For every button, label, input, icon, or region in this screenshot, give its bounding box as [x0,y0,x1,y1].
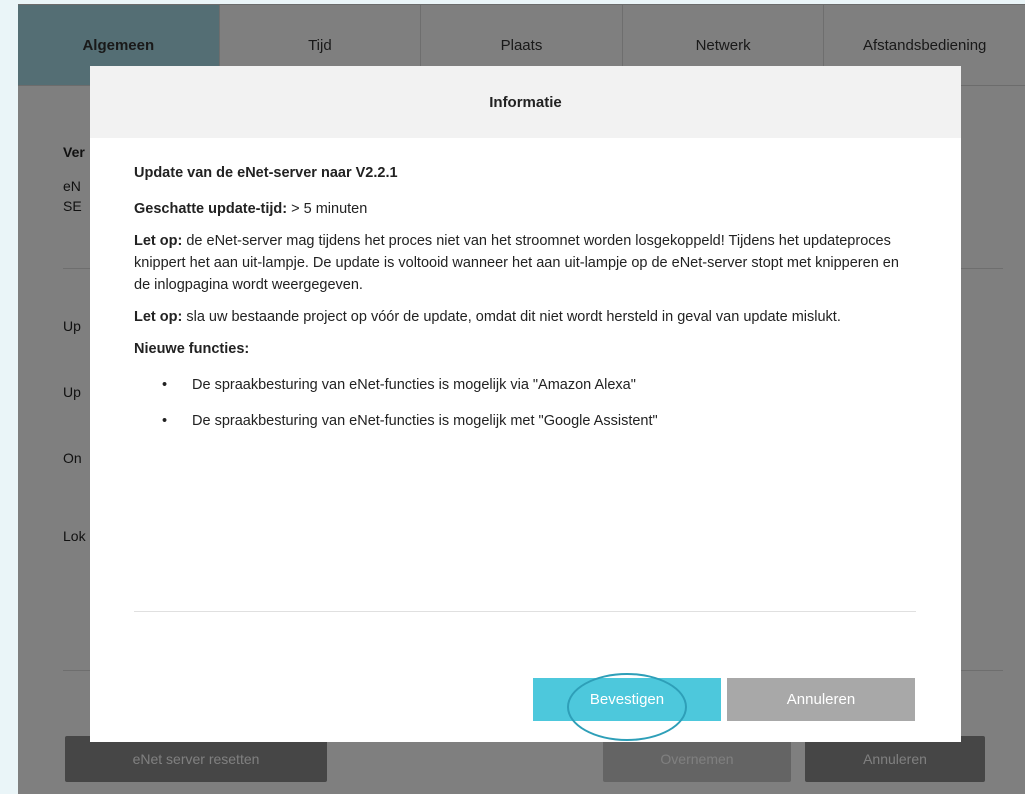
warning-text: de eNet-server mag tijdens het proces ni… [134,233,899,293]
feature-text: De spraakbesturing van eNet-functies is … [192,413,658,429]
dialog-body: Update van de eNet-server naar V2.2.1 Ge… [90,138,961,432]
features-heading: Nieuwe functies: [134,341,250,357]
warning-backup: Let op: sla uw bestaande project op vóór… [134,306,917,328]
update-info-dialog: Informatie Update van de eNet-server naa… [90,66,961,742]
update-duration: Geschatte update-tijd: > 5 minuten [134,198,917,220]
bullet-icon: • [162,377,168,393]
list-item: • De spraakbesturing van eNet-functies is… [134,374,917,396]
features-list: • De spraakbesturing van eNet-functies is… [134,374,917,432]
warning-power: Let op: de eNet-server mag tijdens het p… [134,230,917,296]
list-item: • De spraakbesturing van eNet-functies is… [134,410,917,432]
feature-text: De spraakbesturing van eNet-functies is … [192,377,636,393]
warning-label: Let op: [134,233,183,249]
cancel-button[interactable]: Annuleren [727,678,915,721]
update-title: Update van de eNet-server naar V2.2.1 [134,165,398,181]
confirm-button[interactable]: Bevestigen [533,678,721,721]
duration-label: Geschatte update-tijd: [134,201,288,217]
bullet-icon: • [162,413,168,429]
duration-value: > 5 minuten [291,201,368,217]
warning-label: Let op: [134,309,183,325]
dialog-divider [134,611,916,612]
warning-text: sla uw bestaande project op vóór de upda… [186,309,841,325]
dialog-title: Informatie [90,66,961,138]
